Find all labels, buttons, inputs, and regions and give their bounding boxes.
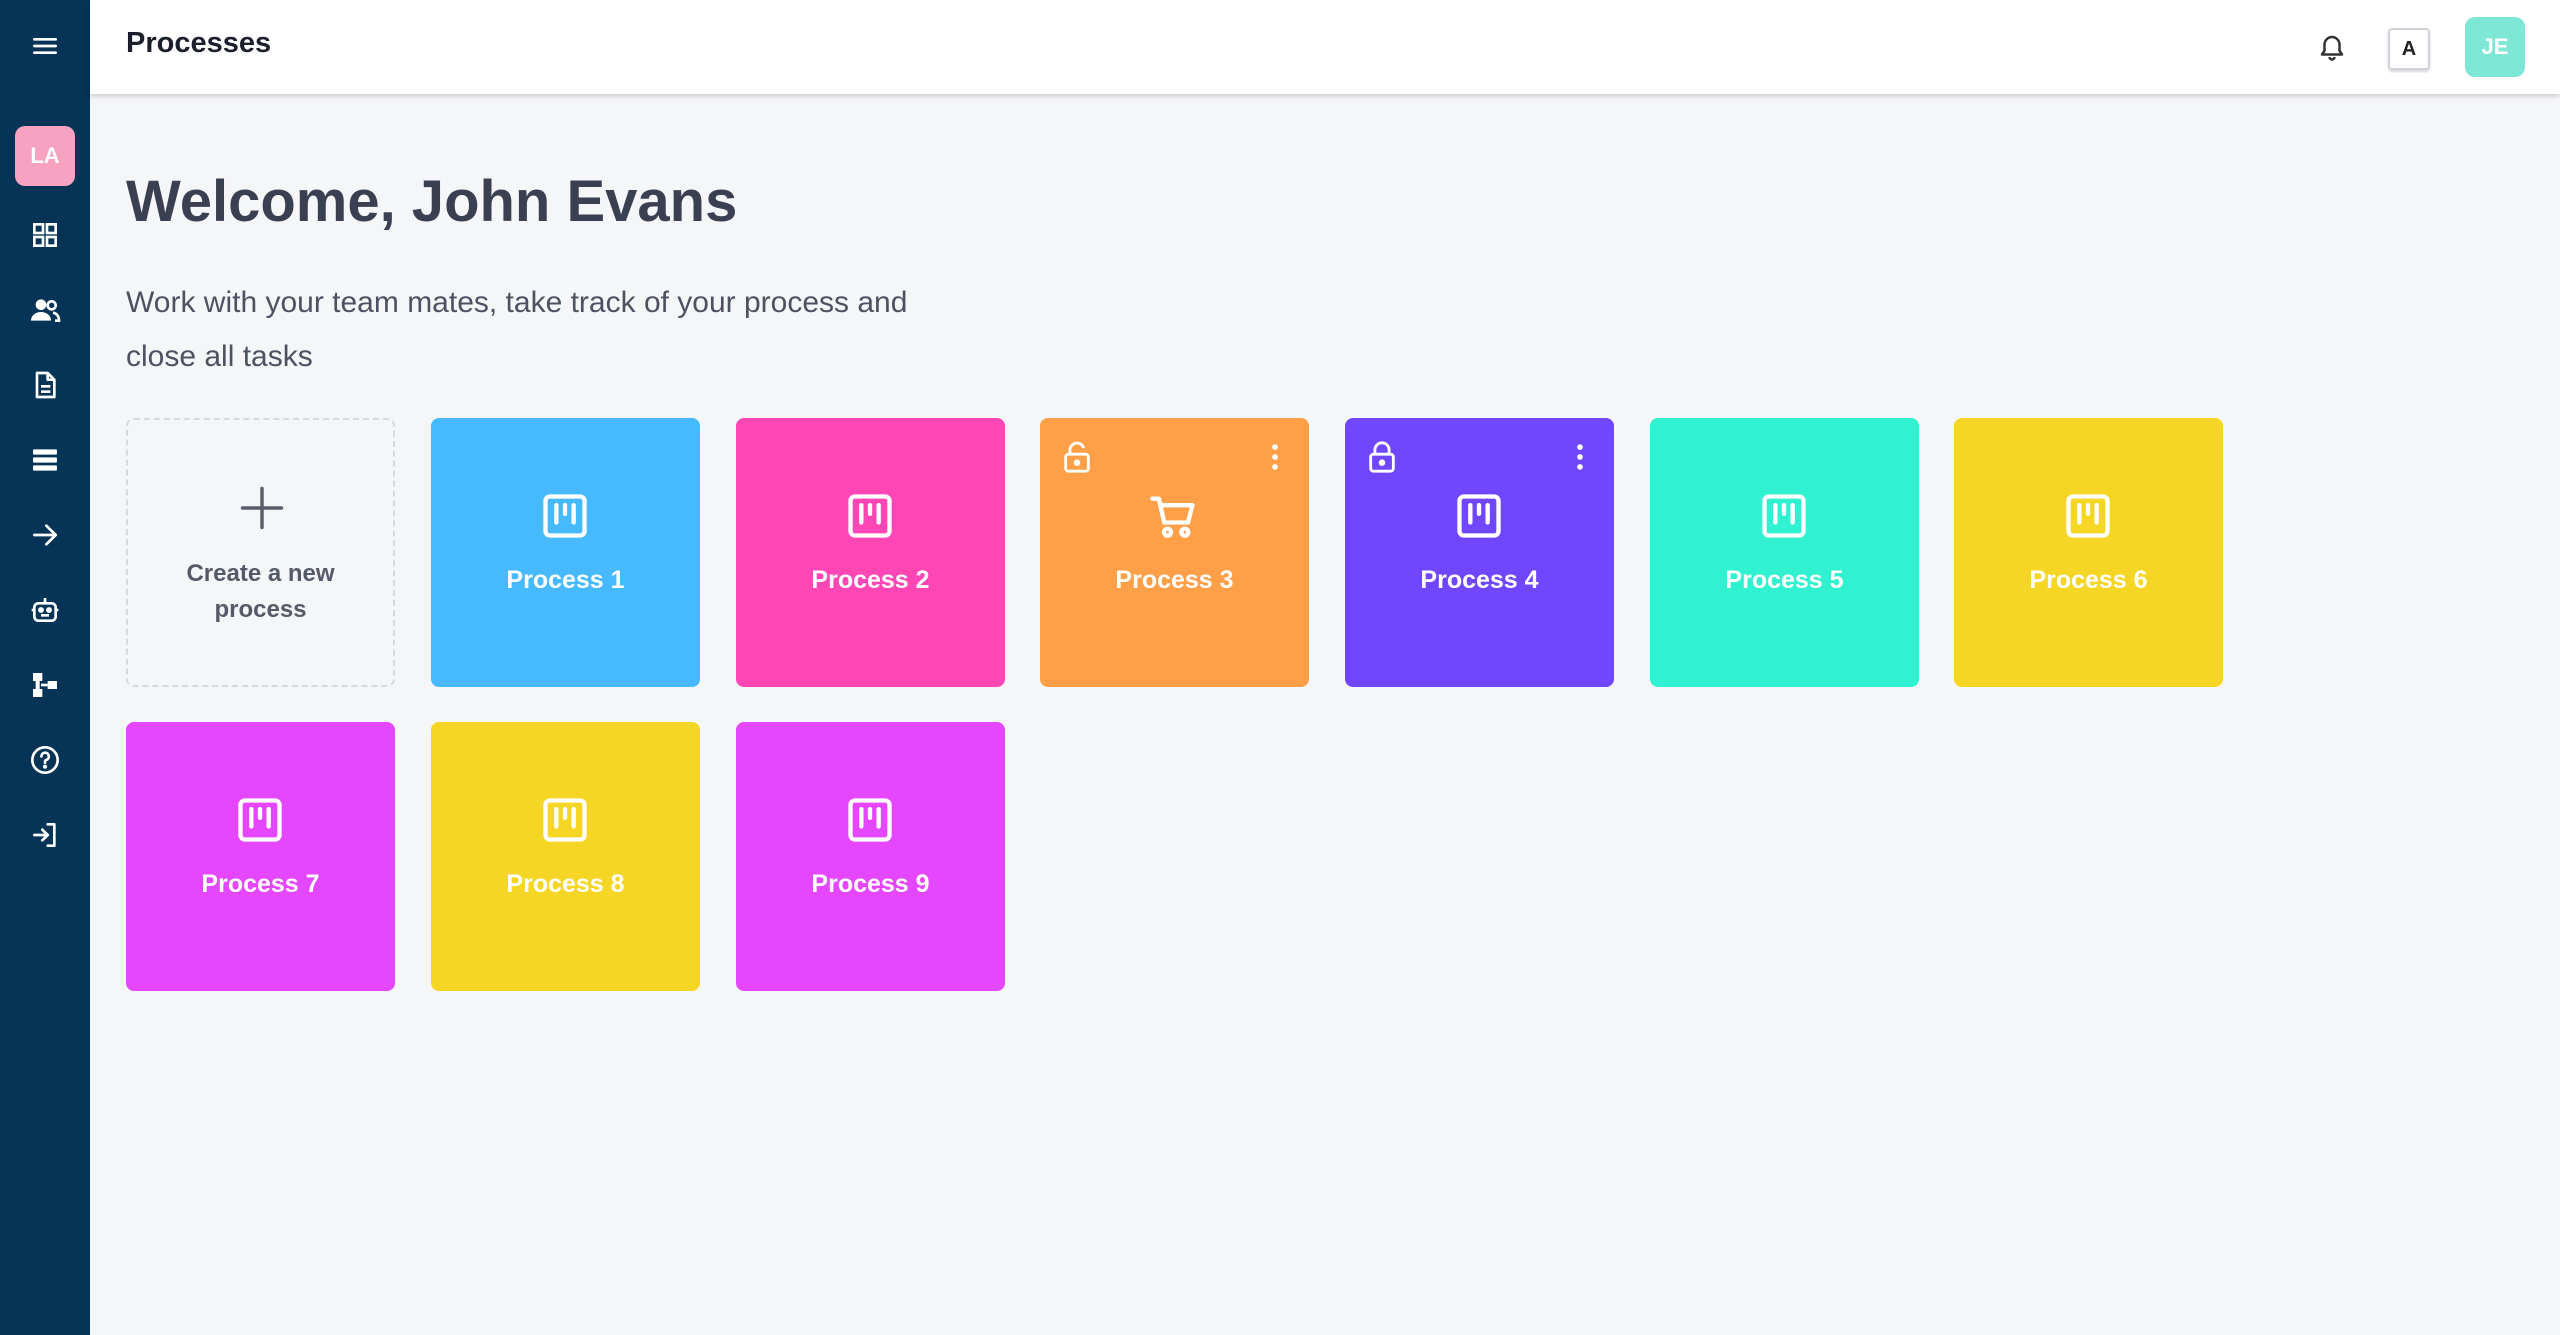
robot-icon — [31, 598, 59, 622]
board-icon — [2066, 494, 2110, 538]
bell-icon — [2320, 35, 2344, 61]
board-icon — [848, 798, 892, 842]
sidebar: LA — [0, 0, 90, 1335]
more-options-icon[interactable] — [1567, 440, 1593, 474]
subtitle-line-2: close all tasks — [126, 340, 313, 373]
process-label: Process 5 — [1725, 566, 1844, 594]
create-process-tile[interactable]: Create a new process — [126, 418, 395, 687]
hamburger-menu-icon — [33, 37, 57, 54]
process-tile-4[interactable]: Process 4 — [1345, 418, 1614, 687]
process-label: Process 4 — [1420, 566, 1539, 594]
board-icon — [543, 798, 587, 842]
process-tile-7[interactable]: Process 7 — [126, 722, 395, 991]
process-tile-5[interactable]: Process 5 — [1650, 418, 1919, 687]
process-label: Process 7 — [201, 870, 320, 898]
process-label: Process 9 — [811, 870, 930, 898]
board-icon — [1457, 494, 1501, 538]
organization-badge[interactable]: LA — [15, 126, 75, 186]
language-selector[interactable]: A — [2388, 28, 2430, 70]
welcome-heading: Welcome, John Evans — [126, 169, 738, 234]
top-bar: Processes A JE — [90, 0, 2560, 94]
process-tile-8[interactable]: Process 8 — [431, 722, 700, 991]
process-tile-9[interactable]: Process 9 — [736, 722, 1005, 991]
sidebar-item-logout[interactable] — [0, 805, 90, 865]
board-icon — [543, 494, 587, 538]
cart-icon — [1150, 496, 1195, 538]
page-title: Processes — [126, 27, 272, 59]
sidebar-item-database[interactable] — [0, 430, 90, 490]
process-tile-6[interactable]: Process 6 — [1954, 418, 2223, 687]
arrow-right-icon — [33, 524, 57, 546]
plus-icon — [240, 486, 284, 530]
process-label: Process 1 — [506, 566, 625, 594]
users-icon — [31, 299, 61, 322]
create-label-line-2: process — [214, 596, 307, 623]
notifications-button[interactable] — [2312, 27, 2352, 67]
welcome-subtitle: Work with your team mates, take track of… — [126, 276, 1026, 384]
process-label: Process 8 — [506, 870, 625, 898]
sidebar-item-workflow[interactable] — [0, 655, 90, 715]
help-circle-icon — [31, 746, 59, 774]
grid-icon — [33, 223, 57, 247]
process-label: Process 2 — [811, 566, 930, 594]
board-icon — [238, 798, 282, 842]
create-process-label: Create a new process — [128, 556, 393, 628]
user-avatar[interactable]: JE — [2465, 17, 2525, 77]
lock-icon[interactable] — [1367, 440, 1397, 474]
hierarchy-icon — [33, 673, 57, 697]
lock-open-icon[interactable] — [1062, 440, 1092, 474]
process-tile-3[interactable]: Process 3 — [1040, 418, 1309, 687]
create-label-line-1: Create a new — [186, 560, 335, 587]
process-label: Process 3 — [1115, 566, 1234, 594]
logout-icon — [33, 823, 56, 847]
board-icon — [848, 494, 892, 538]
sidebar-item-integrations[interactable] — [0, 505, 90, 565]
sidebar-item-dashboard[interactable] — [0, 205, 90, 265]
process-label: Process 6 — [2029, 566, 2148, 594]
more-options-icon[interactable] — [1262, 440, 1288, 474]
process-tile-2[interactable]: Process 2 — [736, 418, 1005, 687]
process-tile-1[interactable]: Process 1 — [431, 418, 700, 687]
menu-button[interactable] — [0, 16, 90, 76]
sidebar-item-robot[interactable] — [0, 580, 90, 640]
sidebar-item-users[interactable] — [0, 280, 90, 340]
sidebar-item-documents[interactable] — [0, 355, 90, 415]
sidebar-item-help[interactable] — [0, 730, 90, 790]
subtitle-line-1: Work with your team mates, take track of… — [126, 286, 908, 319]
document-icon — [35, 371, 56, 399]
list-icon — [33, 449, 57, 471]
board-icon — [1762, 494, 1806, 538]
